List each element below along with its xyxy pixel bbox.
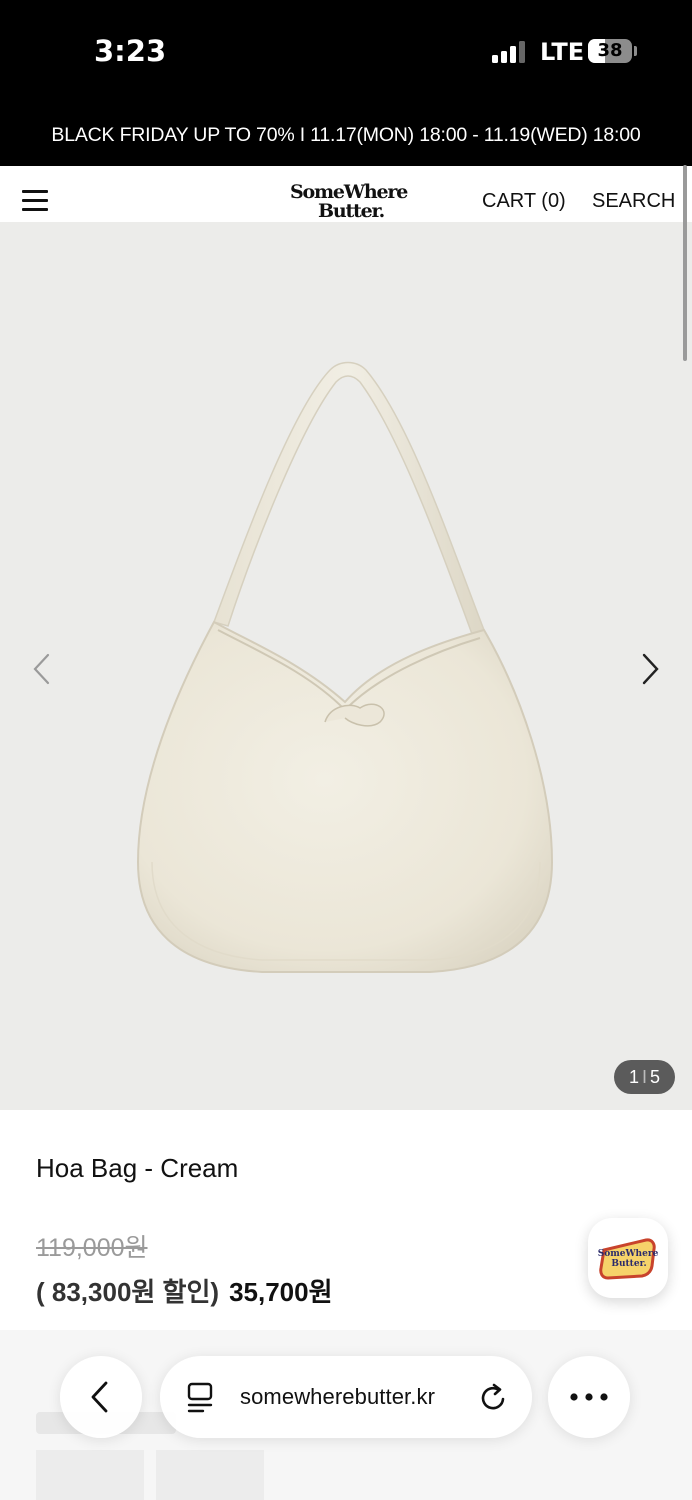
product-title: Hoa Bag - Cream: [36, 1153, 239, 1183]
original-price: 119,000원: [36, 1234, 148, 1262]
reader-mode-icon[interactable]: [186, 1382, 216, 1414]
floating-brand-button[interactable]: SomeWhere Butter.: [588, 1218, 668, 1298]
sale-price: 35,700원: [229, 1277, 333, 1307]
search-link[interactable]: SEARCH: [592, 190, 675, 213]
battery-tip: [634, 46, 637, 56]
somewhere-butter-logo-icon: SomeWhere Butter.: [598, 1238, 658, 1280]
browser-more-button[interactable]: [548, 1356, 630, 1438]
chevron-left-icon[interactable]: [30, 652, 54, 686]
network-type: LTE: [540, 38, 585, 66]
status-time: 3:23: [94, 34, 167, 68]
thumbnail[interactable]: [36, 1450, 144, 1500]
more-dots-icon: [570, 1393, 608, 1401]
cart-link[interactable]: CART (0): [482, 190, 566, 213]
sale-price-line: ( 83,300원 할인) 35,700원: [36, 1272, 333, 1309]
promo-banner[interactable]: BLACK FRIDAY UP TO 70% I 11.17(MON) 18:0…: [0, 104, 692, 166]
image-counter: 1I5: [614, 1060, 675, 1094]
badge-logo-line-2: Butter.: [611, 1259, 646, 1269]
brand-logo[interactable]: SomeWhere Butter.: [282, 179, 408, 225]
chevron-right-icon[interactable]: [638, 652, 662, 686]
cellular-signal-icon: [492, 41, 525, 63]
site-header: SomeWhere Butter. CART (0) SEARCH: [0, 166, 692, 222]
battery-percent: 38: [597, 40, 623, 61]
chevron-left-icon: [91, 1381, 108, 1413]
counter-total: 5: [650, 1067, 661, 1087]
counter-current: 1: [628, 1067, 639, 1087]
url-text: somewherebutter.kr: [240, 1384, 435, 1409]
badge-logo-line-1: SomeWhere: [598, 1249, 658, 1259]
battery-icon: 38: [588, 39, 632, 63]
reload-icon[interactable]: [478, 1382, 510, 1414]
product-image: [136, 361, 554, 973]
discount-amount: ( 83,300원 할인): [36, 1277, 220, 1307]
address-bar[interactable]: somewherebutter.kr: [160, 1356, 532, 1438]
logo-line-2: Butter.: [318, 200, 385, 222]
browser-back-button[interactable]: [60, 1356, 142, 1438]
page-scrollbar[interactable]: [683, 165, 687, 361]
hamburger-menu-icon[interactable]: [22, 190, 48, 212]
counter-separator: I: [641, 1067, 647, 1087]
product-image-gallery[interactable]: 1I5: [0, 222, 692, 1110]
status-bar: 3:23 LTE 38: [0, 0, 692, 104]
thumbnail[interactable]: [156, 1450, 264, 1500]
